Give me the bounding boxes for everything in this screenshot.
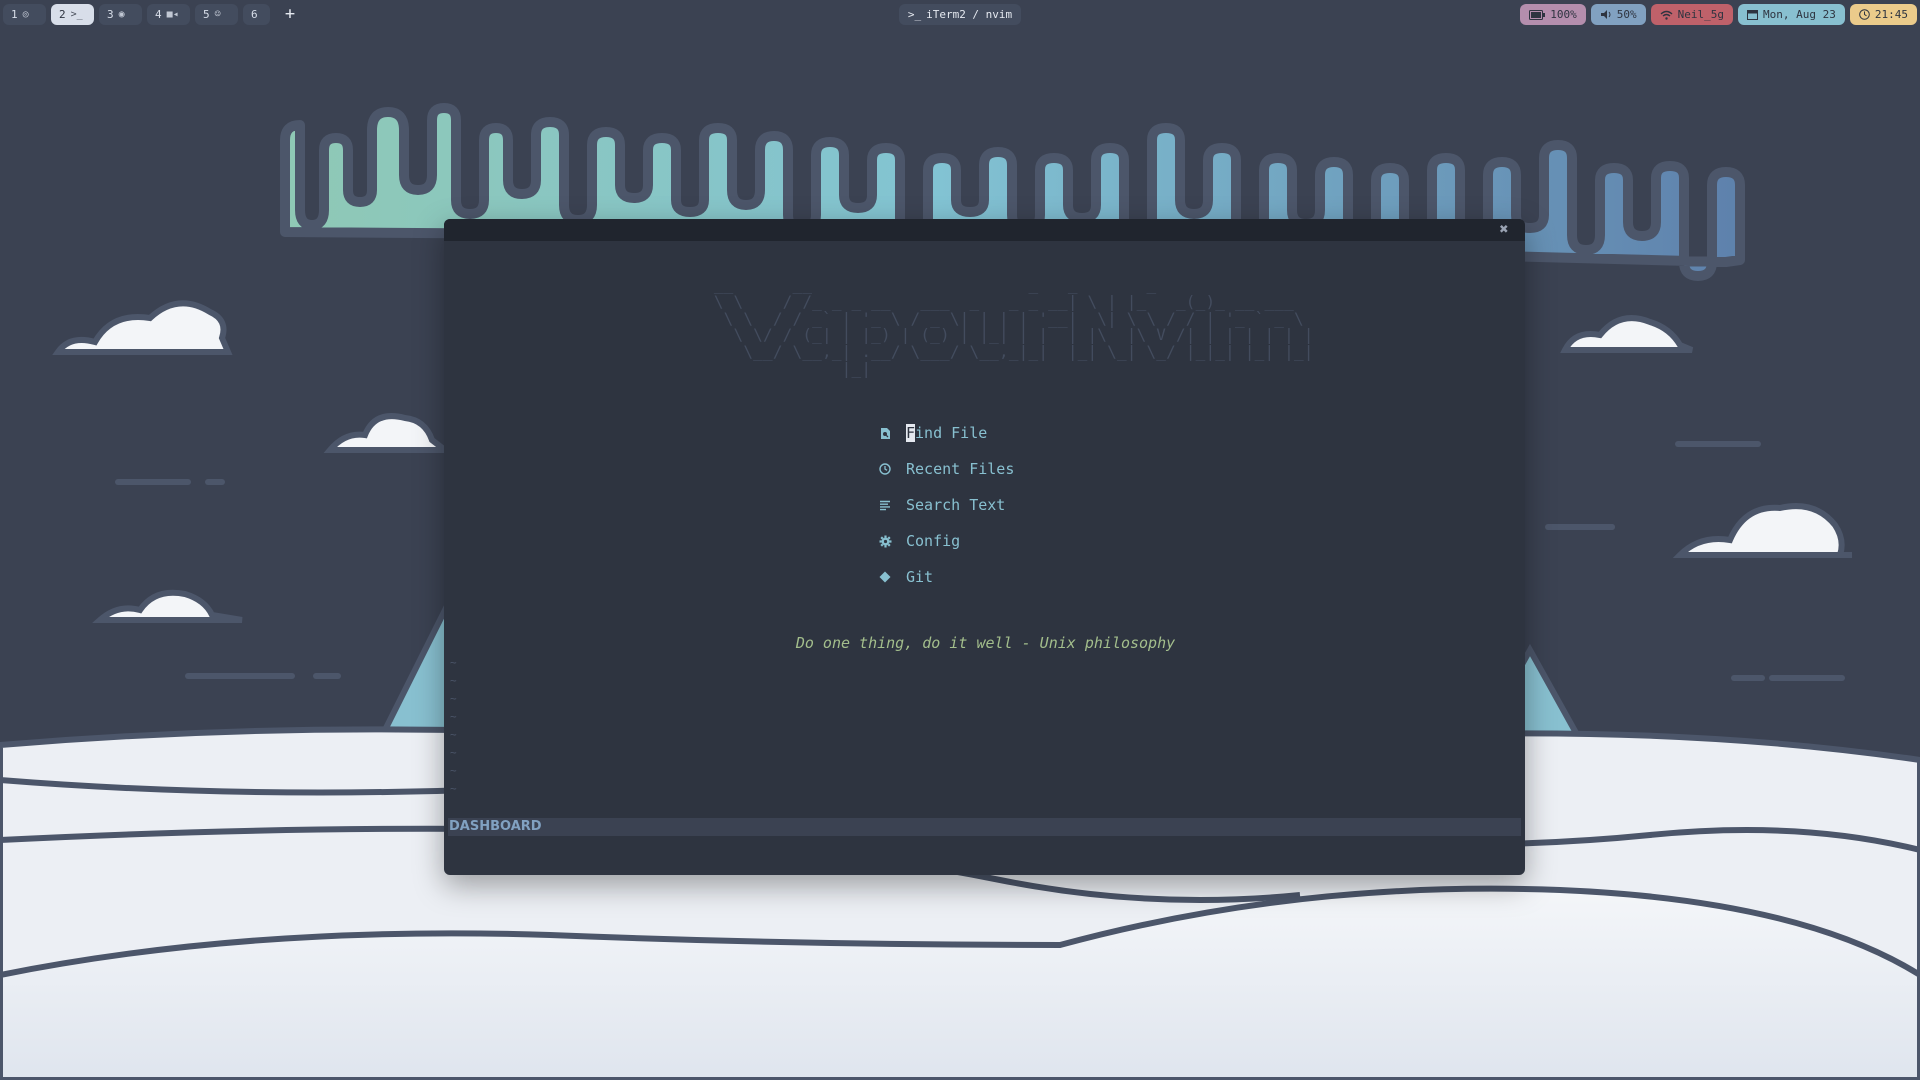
workspace-3[interactable]: 3 ◉ <box>99 4 142 25</box>
chrome-icon: ◎ <box>22 9 29 20</box>
window-title: >_ iTerm2 / nvim <box>899 4 1021 25</box>
text-lines-icon <box>878 498 892 512</box>
date-status[interactable]: Mon, Aug 23 <box>1738 4 1845 25</box>
workspace-5[interactable]: 5 ☺ <box>195 4 238 25</box>
dashboard-menu: Find File Recent Files Search Text Confi… <box>878 415 1014 595</box>
clock-icon <box>878 462 892 476</box>
video-icon: ■◂ <box>166 9 179 20</box>
volume-status[interactable]: 50% <box>1590 4 1646 25</box>
battery-status[interactable]: 100% <box>1520 4 1586 25</box>
file-search-icon <box>878 426 892 440</box>
menu-search-text[interactable]: Search Text <box>878 487 1014 523</box>
speaker-icon <box>1600 10 1611 19</box>
workspace-6[interactable]: 6 <box>243 4 270 25</box>
menu-git[interactable]: Git <box>878 559 1014 595</box>
calendar-icon <box>1747 10 1759 20</box>
close-icon[interactable]: ✖ <box>1496 221 1512 237</box>
add-workspace-button[interactable]: + <box>281 4 299 25</box>
dashboard-quote: Do one thing, do it well - Unix philosop… <box>795 634 1176 652</box>
clock-status[interactable]: 21:45 <box>1849 4 1917 25</box>
terminal-window[interactable]: ✖ __ __ _ _ _ \ \ / /_ _ _ __ ___ _ _ _ … <box>444 219 1525 875</box>
discord-icon: ☺ <box>214 9 221 20</box>
workspace-1[interactable]: 1 ◎ <box>3 4 46 25</box>
menu-find-file[interactable]: Find File <box>878 415 1014 451</box>
battery-icon <box>1529 9 1546 20</box>
vapournvim-ascii-logo: __ __ _ _ _ \ \ / /_ _ _ __ ___ _ _ _ __… <box>713 275 1314 378</box>
statusline: DASHBOARD <box>448 818 1521 836</box>
menu-config[interactable]: Config <box>878 523 1014 559</box>
workspace-2[interactable]: 2 >_ <box>51 4 94 25</box>
git-icon <box>878 570 892 584</box>
workspace-4[interactable]: 4 ■◂ <box>147 4 190 25</box>
clock-icon <box>1859 9 1870 20</box>
gear-icon <box>878 534 892 548</box>
menu-recent-files[interactable]: Recent Files <box>878 451 1014 487</box>
cursor: F <box>906 424 916 442</box>
status-pills: 100% 50% Neil_5g Mon, Aug 23 21:45 <box>1520 4 1917 25</box>
compass-icon: ◉ <box>118 9 125 20</box>
window-titlebar[interactable] <box>444 219 1525 241</box>
terminal-icon: >_ <box>907 8 922 21</box>
wifi-status[interactable]: Neil_5g <box>1650 4 1734 25</box>
wifi-icon <box>1660 10 1673 20</box>
window-title-text: iTerm2 / nvim <box>926 8 1013 21</box>
empty-line-markers: ~ ~ ~ ~ ~ ~ ~ ~ <box>450 656 457 795</box>
workspace-switcher: 1 ◎ 2 >_ 3 ◉ 4 ■◂ 5 ☺ 6 + <box>3 4 299 25</box>
terminal-icon: >_ <box>70 9 83 20</box>
top-bar: 1 ◎ 2 >_ 3 ◉ 4 ■◂ 5 ☺ 6 + >_ iTerm2 / nvim 10… <box>0 0 1920 28</box>
